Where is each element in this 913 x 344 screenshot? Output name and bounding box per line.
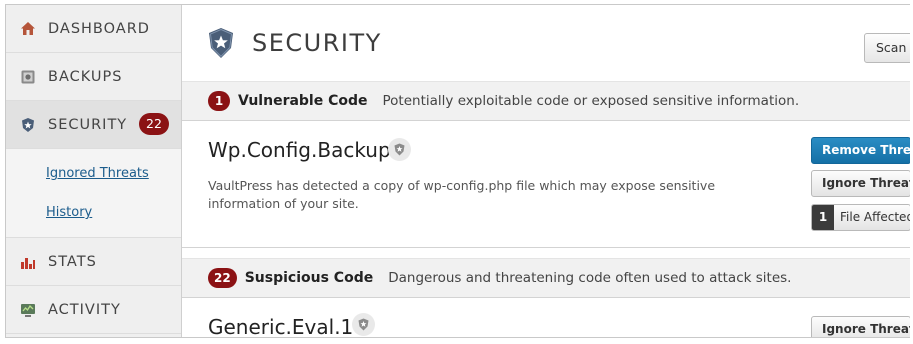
main-content: SECURITY Scan 1 Vulnerable Code Potentia… — [182, 5, 910, 337]
threat-description: VaultPress has detected a copy of wp-con… — [208, 178, 716, 211]
vault-icon — [20, 69, 36, 85]
threat-item: Generic.Eval.1 Ignore Threat — [182, 299, 910, 337]
shield-icon — [20, 117, 36, 133]
remove-threat-button[interactable]: Remove Threat — [811, 137, 910, 164]
section-divider — [182, 247, 910, 248]
page-header: SECURITY Scan — [182, 5, 910, 85]
sidebar-item-label: SECURITY — [48, 116, 128, 133]
files-affected-button[interactable]: 1 File Affected — [811, 204, 910, 231]
sidebar-item-label: ACTIVITY — [48, 301, 121, 318]
monitor-icon — [20, 302, 36, 318]
files-label: File Affected — [840, 210, 910, 224]
sidebar-item-security[interactable]: SECURITY 22 — [6, 101, 181, 149]
shield-icon — [352, 313, 375, 336]
sidebar-subitem-history[interactable]: History — [6, 194, 181, 233]
threat-name[interactable]: Wp.Config.Backup — [208, 138, 391, 162]
threat-item: Wp.Config.Backup VaultPress has detected… — [182, 122, 910, 247]
ignore-threat-button[interactable]: Ignore Threat — [811, 170, 910, 197]
section-title: Vulnerable Code — [238, 93, 368, 109]
section-title: Suspicious Code — [244, 270, 374, 286]
sidebar-item-activity[interactable]: ACTIVITY — [6, 286, 181, 334]
sidebar-item-label: STATS — [48, 253, 97, 270]
sidebar-item-backups[interactable]: BACKUPS — [6, 53, 181, 101]
security-subnav: Ignored Threats History — [6, 149, 181, 238]
shield-icon — [208, 27, 234, 59]
section-description: Potentially exploitable code or exposed … — [382, 93, 800, 109]
threat-count-badge: 22 — [139, 113, 169, 135]
scan-button[interactable]: Scan — [864, 33, 910, 63]
threat-name[interactable]: Generic.Eval.1 — [208, 315, 353, 337]
page-title: SECURITY — [252, 29, 382, 57]
bar-chart-icon — [20, 254, 36, 270]
section-count-badge: 1 — [208, 91, 230, 111]
sidebar-subitem-ignored-threats[interactable]: Ignored Threats — [6, 155, 181, 194]
section-description: Dangerous and threatening code often use… — [388, 270, 792, 286]
sidebar-item-label: BACKUPS — [48, 68, 123, 85]
sidebar-item-dashboard[interactable]: DASHBOARD — [6, 5, 181, 53]
section-count-badge: 22 — [208, 268, 237, 288]
app-window: DASHBOARD BACKUPS SECURITY 22 Ignored Th… — [5, 4, 910, 338]
sidebar: DASHBOARD BACKUPS SECURITY 22 Ignored Th… — [6, 5, 182, 337]
house-icon — [20, 21, 36, 37]
section-header-suspicious: 22 Suspicious Code Dangerous and threate… — [182, 258, 910, 298]
sidebar-item-label: DASHBOARD — [48, 20, 150, 37]
shield-icon — [388, 138, 411, 161]
section-header-vulnerable: 1 Vulnerable Code Potentially exploitabl… — [182, 81, 910, 121]
files-count: 1 — [812, 205, 834, 230]
ignore-threat-button[interactable]: Ignore Threat — [811, 316, 910, 337]
sidebar-item-stats[interactable]: STATS — [6, 238, 181, 286]
